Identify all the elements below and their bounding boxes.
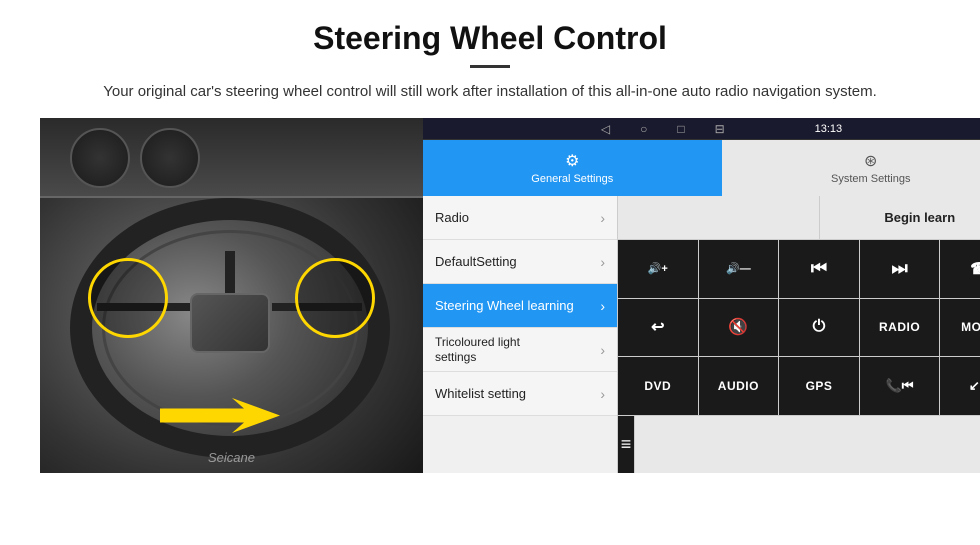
audio-label: AUDIO	[718, 379, 759, 393]
mode-label: MODE	[961, 320, 980, 334]
page-subtitle: Your original car's steering wheel contr…	[80, 80, 900, 104]
system-settings-icon: ⊛	[864, 151, 877, 171]
ctrl-skip-next[interactable]: ↙⏭	[940, 357, 980, 415]
menu-item-whitelist[interactable]: Whitelist setting ›	[423, 372, 617, 416]
begin-learn-button[interactable]: Begin learn	[820, 196, 980, 239]
title-divider	[470, 65, 510, 68]
ctrl-phone-prev[interactable]: 📞⏮	[860, 357, 941, 415]
android-nav-bar: ◁ ○ □ ⊟ 13:13	[423, 118, 980, 140]
tab-general-settings[interactable]: ⚙ General Settings	[423, 140, 722, 196]
menu-item-default-label: DefaultSetting	[435, 254, 517, 269]
vol-down-icon: 🔊—	[726, 262, 751, 275]
gps-label: GPS	[806, 379, 833, 393]
steering-wheel-photo: Seicane	[40, 118, 423, 473]
ctrl-radio[interactable]: RADIO	[860, 299, 941, 357]
mute-icon: 🔇	[728, 317, 748, 337]
main-content: Radio › DefaultSetting › Steering Wheel …	[423, 196, 980, 473]
menu-list-icon: ≡	[621, 434, 632, 455]
empty-cell	[618, 196, 820, 239]
chevron-icon-4: ›	[600, 342, 605, 358]
gauge-right	[140, 128, 200, 188]
prev-icon: ⏮	[811, 258, 827, 279]
menu-item-tricoloured[interactable]: Tricoloured light settings ›	[423, 328, 617, 372]
android-interface: ◁ ○ □ ⊟ 13:13 ⚙ General Settings ⊛ Syste…	[423, 118, 980, 473]
ctrl-prev[interactable]: ⏮	[779, 240, 860, 298]
phone-icon: ☎	[970, 259, 980, 279]
status-time: 13:13	[815, 123, 843, 135]
ctrl-audio[interactable]: AUDIO	[699, 357, 780, 415]
ctrl-dvd[interactable]: DVD	[618, 357, 699, 415]
watermark: Seicane	[208, 450, 255, 465]
page-container: Steering Wheel Control Your original car…	[0, 0, 980, 483]
ctrl-row-1: 🔊+ 🔊— ⏮ ⏭ ☎	[618, 240, 980, 299]
skip-next-icon: ↙⏭	[969, 378, 980, 394]
ctrl-row-4: ≡	[618, 416, 980, 474]
menu-item-steering-wheel[interactable]: Steering Wheel learning ›	[423, 284, 617, 328]
general-settings-icon: ⚙	[565, 151, 579, 171]
ctrl-row-3: DVD AUDIO GPS 📞⏮	[618, 357, 980, 416]
menu-icon[interactable]: ⊟	[715, 122, 725, 136]
ctrl-vol-up[interactable]: 🔊+	[618, 240, 699, 298]
home-icon[interactable]: ○	[640, 122, 647, 136]
ctrl-row-2: ↩ 🔇 ⏻ RADIO MOD	[618, 299, 980, 358]
button-grid: 🔊+ 🔊— ⏮ ⏭ ☎	[618, 240, 980, 473]
chevron-icon: ›	[600, 210, 605, 226]
dashboard-top	[40, 118, 423, 198]
menu-list: Radio › DefaultSetting › Steering Wheel …	[423, 196, 618, 473]
top-row: Begin learn	[618, 196, 980, 240]
steering-wheel-hub	[190, 293, 270, 353]
empty-bottom	[635, 416, 980, 474]
vol-up-icon: 🔊+	[648, 262, 668, 275]
ctrl-mode[interactable]: MODE	[940, 299, 980, 357]
back-arrow-icon: ↩	[651, 317, 664, 337]
radio-label: RADIO	[879, 320, 920, 334]
tab-system-settings[interactable]: ⊛ System Settings	[722, 140, 980, 196]
ctrl-mute[interactable]: 🔇	[699, 299, 780, 357]
chevron-icon-3: ›	[600, 298, 605, 314]
tricoloured-line1: Tricoloured light	[435, 335, 520, 349]
tab-general-settings-label: General Settings	[531, 173, 613, 185]
button-group-right-circle	[295, 258, 375, 338]
menu-item-default-setting[interactable]: DefaultSetting ›	[423, 240, 617, 284]
phone-prev-icon: 📞⏮	[886, 378, 914, 394]
button-group-left-circle	[88, 258, 168, 338]
tricoloured-line2: settings	[435, 350, 520, 364]
chevron-icon-2: ›	[600, 254, 605, 270]
ctrl-vol-down[interactable]: 🔊—	[699, 240, 780, 298]
tab-bar: ⚙ General Settings ⊛ System Settings	[423, 140, 980, 196]
back-icon[interactable]: ◁	[601, 122, 610, 136]
power-icon: ⏻	[813, 318, 826, 336]
gauge-left	[70, 128, 130, 188]
page-title: Steering Wheel Control	[40, 20, 940, 57]
ctrl-power[interactable]: ⏻	[779, 299, 860, 357]
right-panel: Begin learn 🔊+ 🔊—	[618, 196, 980, 473]
menu-item-radio[interactable]: Radio ›	[423, 196, 617, 240]
next-icon: ⏭	[891, 258, 907, 279]
ctrl-next[interactable]: ⏭	[860, 240, 941, 298]
ctrl-gps[interactable]: GPS	[779, 357, 860, 415]
menu-item-radio-label: Radio	[435, 210, 469, 225]
title-section: Steering Wheel Control Your original car…	[40, 20, 940, 104]
menu-item-tricoloured-label: Tricoloured light settings	[435, 335, 520, 364]
menu-item-steering-label: Steering Wheel learning	[435, 298, 574, 313]
content-row: Seicane ◁ ○ □ ⊟ 13:13 ⚙ General Settings…	[40, 118, 940, 473]
chevron-icon-5: ›	[600, 386, 605, 402]
ctrl-menu-list[interactable]: ≡	[618, 416, 635, 474]
dvd-label: DVD	[644, 379, 671, 393]
spoke-top	[225, 251, 235, 296]
square-icon[interactable]: □	[677, 122, 684, 136]
ctrl-back[interactable]: ↩	[618, 299, 699, 357]
tab-system-settings-label: System Settings	[831, 173, 910, 185]
menu-item-whitelist-label: Whitelist setting	[435, 386, 526, 401]
ctrl-phone[interactable]: ☎	[940, 240, 980, 298]
